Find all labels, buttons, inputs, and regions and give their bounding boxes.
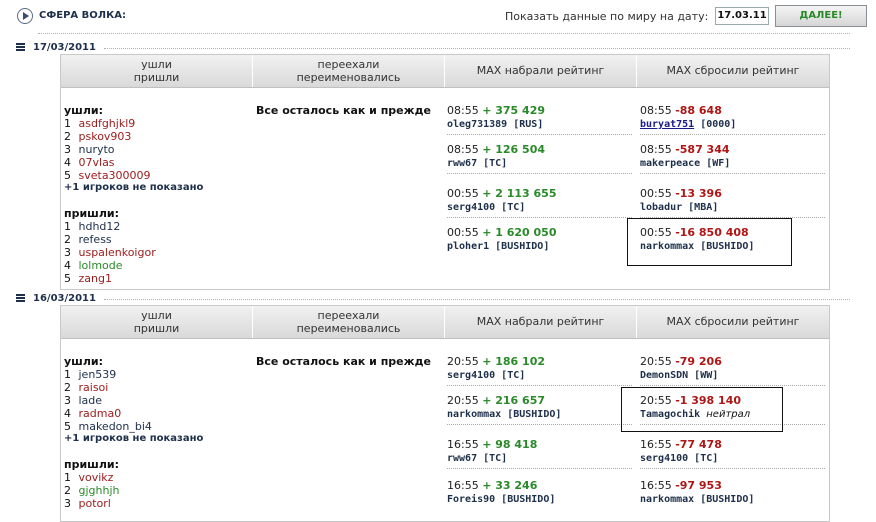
loss-entry[interactable]: 16:55 -97 953 narkommax [BUSHIDO] xyxy=(640,479,825,506)
list-item[interactable]: 2 pskov903 xyxy=(64,130,249,143)
list-item[interactable]: 5 sveta300009 xyxy=(64,169,249,182)
list-item[interactable]: 5 zang1 xyxy=(64,272,249,285)
highlight-box xyxy=(627,218,792,266)
menu-icon xyxy=(16,42,25,52)
col-header-moved: переехали переименовались xyxy=(253,306,445,338)
list-item[interactable]: 3 potorl xyxy=(64,497,249,510)
left-came-column: ушли: 1 jen539 2 raisoi 3 lade 4 radma0 … xyxy=(64,355,249,510)
sphere-title: СФЕРА ВОЛКА: xyxy=(39,10,126,21)
gain-entry[interactable]: 20:55 + 186 102 serg4100 [TC] xyxy=(447,355,632,386)
divider xyxy=(104,299,850,300)
gain-entry[interactable]: 20:55 + 216 657 narkommax [BUSHIDO] xyxy=(447,394,632,425)
top-bar: СФЕРА ВОЛКА: Показать данные по миру на … xyxy=(0,0,876,34)
list-item[interactable]: 1 asdfghjkl9 xyxy=(64,117,249,130)
list-item[interactable]: 4 radma0 xyxy=(64,407,249,420)
day-header[interactable]: 16/03/2011 xyxy=(16,293,96,304)
list-item[interactable]: 1 jen539 xyxy=(64,368,249,381)
col-header-moved: переехали переименовались xyxy=(253,55,445,87)
gain-entry[interactable]: 16:55 + 33 246 Foreis90 [BUSHIDO] xyxy=(447,479,632,506)
date-label: Показать данные по миру на дату: xyxy=(505,10,709,23)
gain-entry[interactable]: 00:55 + 1 620 050 ploher1 [BUSHIDO] xyxy=(447,226,632,253)
list-item[interactable]: 1 vovikz xyxy=(64,471,249,484)
loss-entry[interactable]: 20:55 -79 206 DemonSDN [WW] xyxy=(640,355,825,386)
list-item[interactable]: 4 07vlas xyxy=(64,156,249,169)
loss-entry[interactable]: 08:55 -88 648 buryat751 [0000] xyxy=(640,104,825,135)
date-input[interactable]: 17.03.11 xyxy=(715,7,769,25)
day-header[interactable]: 17/03/2011 xyxy=(16,42,96,53)
list-item[interactable]: 1 hdhd12 xyxy=(64,220,249,233)
loss-entry[interactable]: 08:55 -587 344 makerpeace [WF] xyxy=(640,143,825,174)
came-label: пришли: xyxy=(64,458,120,471)
highlight-box xyxy=(621,387,783,432)
moved-text: Все осталось как и прежде xyxy=(256,355,431,368)
left-label: ушли: xyxy=(64,355,104,368)
list-item[interactable]: 3 uspalenkoigor xyxy=(64,246,249,259)
col-header-gain: MAX набрали рейтинг xyxy=(445,306,637,338)
left-label: ушли: xyxy=(64,104,104,117)
moved-text: Все осталось как и прежде xyxy=(256,104,431,117)
gain-entry[interactable]: 08:55 + 126 504 rww67 [TC] xyxy=(447,143,632,174)
col-header-left-came: ушли пришли xyxy=(61,55,253,87)
hidden-count: +1 игроков не показано xyxy=(64,182,204,193)
table-header: ушли пришли переехали переименовались MAX … xyxy=(61,55,829,88)
list-item[interactable]: 2 raisoi xyxy=(64,381,249,394)
left-came-column: ушли: 1 asdfghjkl9 2 pskov903 3 nuryto 4… xyxy=(64,104,249,285)
loss-entry[interactable]: 16:55 -77 478 serg4100 [TC] xyxy=(640,438,825,469)
gain-entry[interactable]: 16:55 + 98 418 rww67 [TC] xyxy=(447,438,632,469)
list-item[interactable]: 5 makedon_bi4 xyxy=(64,420,249,433)
list-item[interactable]: 2 gjghhjh xyxy=(64,484,249,497)
day-date: 16/03/2011 xyxy=(33,293,96,304)
list-item[interactable]: 3 nuryto xyxy=(64,143,249,156)
came-label: пришли: xyxy=(64,207,120,220)
table-header: ушли пришли переехали переименовались MAX … xyxy=(61,306,829,339)
gain-entry[interactable]: 00:55 + 2 113 655 serg4100 [TC] xyxy=(447,187,632,218)
divider xyxy=(38,33,850,34)
menu-icon xyxy=(16,293,25,303)
col-header-left-came: ушли пришли xyxy=(61,306,253,338)
play-icon[interactable] xyxy=(17,8,33,24)
loss-entry[interactable]: 00:55 -13 396 lobadur [MBA] xyxy=(640,187,825,218)
divider xyxy=(104,48,850,49)
list-item[interactable]: 4 lolmode xyxy=(64,259,249,272)
player-link[interactable]: buryat751 xyxy=(640,119,694,130)
col-header-loss: MAX сбросили рейтинг xyxy=(666,64,800,77)
next-button[interactable]: ДАЛЕЕ! xyxy=(775,5,867,27)
hidden-count: +1 игроков не показано xyxy=(64,433,204,444)
list-item[interactable]: 3 lade xyxy=(64,394,249,407)
col-header-gain: MAX набрали рейтинг xyxy=(445,55,637,87)
gain-entry[interactable]: 08:55 + 375 429 oleg731389 [RUS] xyxy=(447,104,632,135)
col-header-loss: MAX сбросили рейтинг xyxy=(666,315,800,328)
list-item[interactable]: 2 refess xyxy=(64,233,249,246)
day-date: 17/03/2011 xyxy=(33,42,96,53)
